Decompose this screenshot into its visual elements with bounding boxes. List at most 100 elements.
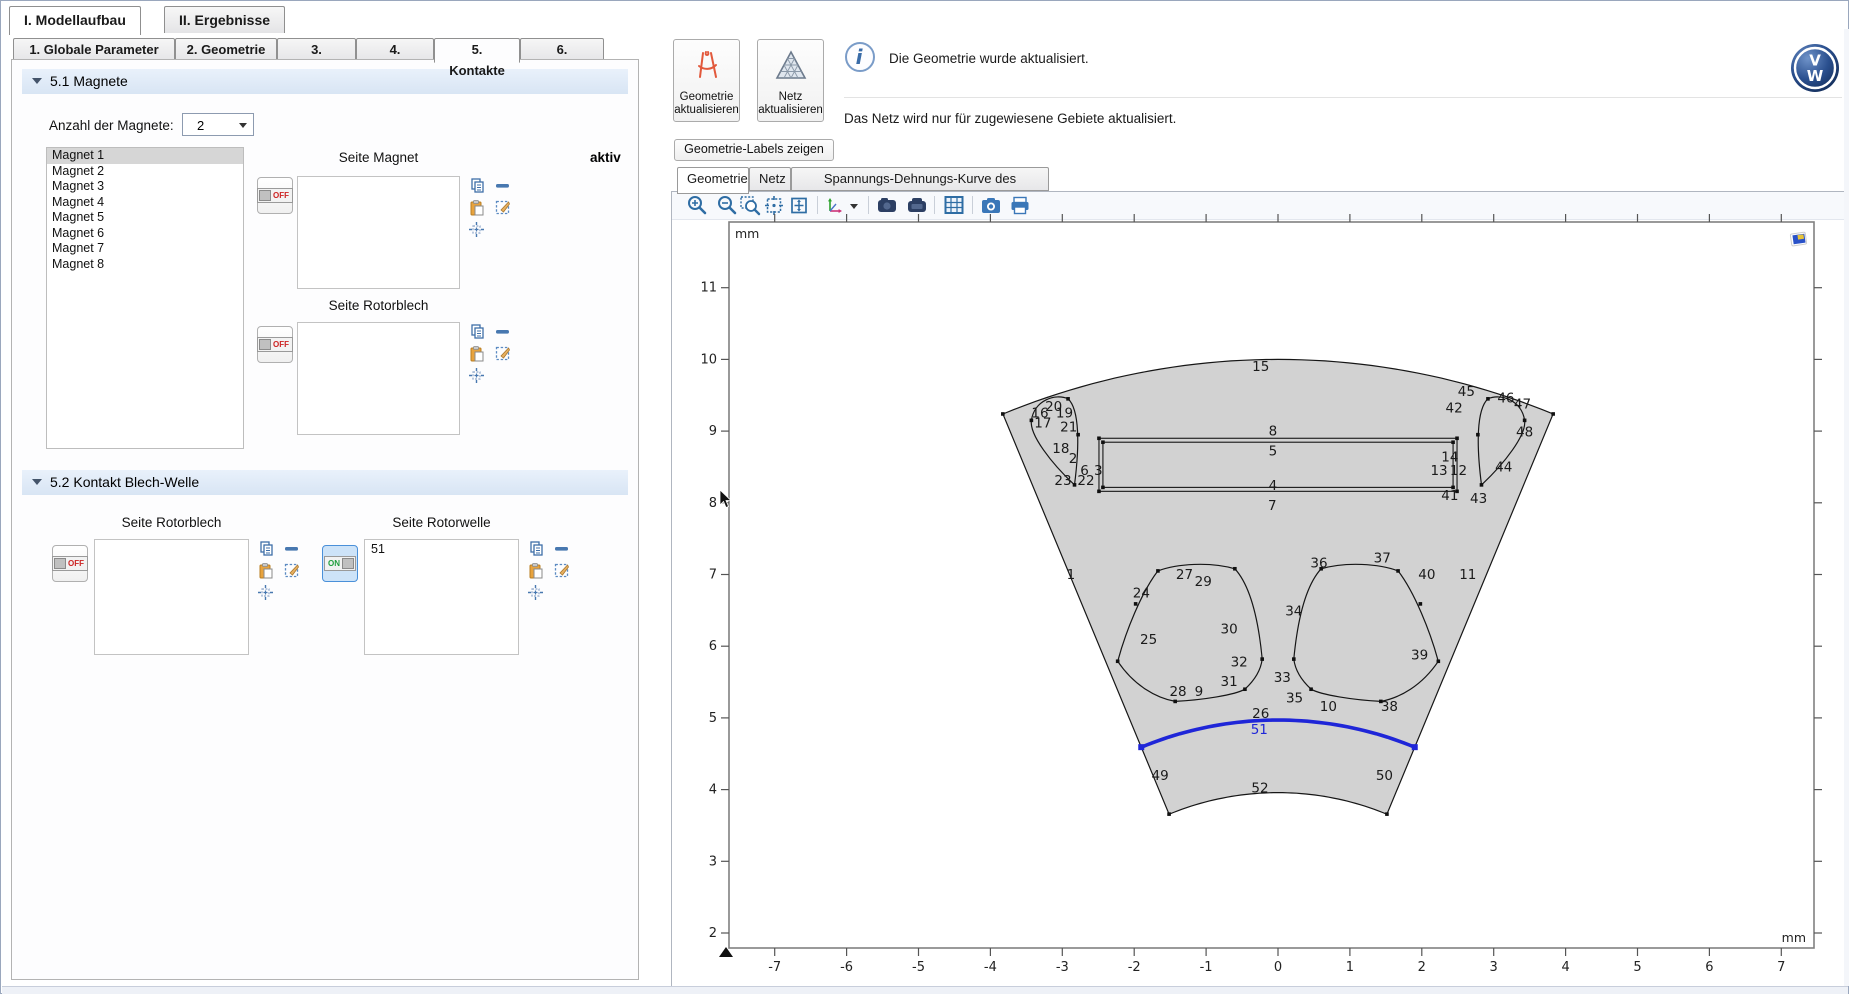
section-header-kontakt[interactable]: 5.2 Kontakt Blech-Welle (22, 470, 628, 495)
edge-label-39: 39 (1411, 647, 1428, 663)
edge-label-44: 44 (1495, 459, 1512, 475)
edge-label-7: 7 (1268, 498, 1277, 514)
magnet-list-item[interactable]: Magnet 2 (47, 164, 243, 180)
x-tick-label: -7 (768, 960, 781, 974)
subtab-1-globale-parameter[interactable]: 1. Globale Parameter (13, 38, 175, 61)
y-tick-label: 11 (701, 281, 717, 296)
vertex-dot (1001, 412, 1005, 416)
edge-label-40: 40 (1418, 567, 1435, 583)
y-tick-label: 2 (709, 926, 717, 941)
selected-edge-item[interactable]: 51 (371, 542, 385, 556)
subtab-2-geometrie[interactable]: 2. Geometrie (175, 38, 277, 61)
edge-label-1: 1 (1067, 567, 1076, 583)
geometrie-aktualisieren-button[interactable]: Geometrieaktualisieren (673, 39, 740, 122)
edge-label-15: 15 (1252, 359, 1269, 375)
paste-icon[interactable] (468, 199, 485, 216)
edge-label-31: 31 (1221, 674, 1238, 690)
edge-label-11: 11 (1459, 567, 1476, 583)
toggle-seite-magnet[interactable]: OFF (257, 177, 293, 214)
geometrie-labels-zeigen-button[interactable]: Geometrie-Labels zeigen (674, 139, 834, 161)
tab-ergebnisse[interactable]: II. Ergebnisse (164, 6, 285, 33)
x-tick-label: 0 (1274, 960, 1282, 974)
toggle-knob (259, 190, 271, 201)
selection-tools-seite-rotorblech (468, 323, 514, 389)
selection-tools-kontakt-rotorblech (257, 540, 303, 606)
magnet-list-item[interactable]: Magnet 4 (47, 195, 243, 211)
magnet-list[interactable]: Magnet 1Magnet 2Magnet 3Magnet 4Magnet 5… (46, 147, 244, 449)
copy-icon[interactable] (468, 323, 485, 340)
copy-icon[interactable] (527, 540, 544, 557)
remove-icon[interactable] (283, 540, 300, 557)
clear-selection-icon[interactable] (283, 562, 300, 579)
edge-label-27: 27 (1176, 567, 1193, 583)
clear-selection-icon[interactable] (553, 562, 570, 579)
info-message-secondary: Das Netz wird nur für zugewiesene Gebiet… (844, 111, 1176, 126)
magnet-count-dropdown[interactable]: 2 (182, 113, 254, 136)
toggle-seite-rotorblech[interactable]: OFF (257, 326, 293, 363)
remove-icon[interactable] (494, 323, 511, 340)
selection-box-kontakt-rotorblech[interactable] (94, 539, 249, 655)
mesh-triangle-icon (774, 48, 808, 82)
clear-selection-icon[interactable] (494, 199, 511, 216)
zoom-selection-icon[interactable] (468, 367, 485, 384)
viewtab-netz[interactable]: Netz (749, 167, 791, 191)
tab-modellaufbau[interactable]: I. Modellaufbau (9, 6, 141, 35)
viewtab-geometrie[interactable]: Geometrie (677, 167, 749, 194)
toggle-knob (54, 558, 66, 569)
clear-selection-icon[interactable] (494, 345, 511, 362)
remove-icon[interactable] (553, 540, 570, 557)
subtab-6-material[interactable]: 6. Material (520, 38, 604, 61)
section-header-magnete[interactable]: 5.1 Magnete (22, 69, 628, 94)
subtab-4-ränder[interactable]: 4. Ränder (356, 38, 434, 61)
magnet-list-item[interactable]: Magnet 7 (47, 241, 243, 257)
app-window: I. Modellaufbau II. Ergebnisse 1. Global… (0, 0, 1849, 994)
info-message-primary: Die Geometrie wurde aktualisiert. (889, 51, 1089, 66)
geometry-plot[interactable]: 1234567891011121314151617181920212223242… (701, 212, 1836, 974)
aktiv-column-label: aktiv (590, 150, 621, 165)
zoom-selection-icon[interactable] (527, 584, 544, 601)
netz-aktualisieren-button[interactable]: Netzaktualisieren (757, 39, 824, 122)
toggle-state-label: OFF (271, 340, 291, 349)
copy-icon[interactable] (257, 540, 274, 557)
paste-icon[interactable] (527, 562, 544, 579)
y-tick-label: 7 (709, 568, 717, 583)
paste-icon[interactable] (257, 562, 274, 579)
x-tick-label: -2 (1128, 960, 1141, 974)
viewtab-spannungs-dehnungs-kurve[interactable]: Spannungs-Dehnungs-Kurve des Blechmateri… (791, 167, 1049, 191)
svg-text:i: i (856, 45, 864, 69)
selection-box-kontakt-rotorwelle[interactable]: 51 (364, 539, 519, 655)
plot-watermark-icon[interactable] (1789, 229, 1809, 249)
zoom-selection-icon[interactable] (257, 584, 274, 601)
zoom-selection-icon[interactable] (468, 221, 485, 238)
copy-icon[interactable] (468, 177, 485, 194)
group-title-seite-rotorblech: Seite Rotorblech (297, 298, 460, 313)
collapse-arrow-icon (32, 479, 42, 485)
chevron-down-icon (239, 123, 247, 128)
magnet-list-item[interactable]: Magnet 1 (47, 148, 243, 164)
x-tick-label: 4 (1561, 960, 1569, 974)
edge-label-32: 32 (1231, 654, 1248, 670)
paste-icon[interactable] (468, 345, 485, 362)
vertex-dot (1260, 657, 1264, 661)
left-panel: 5.1 Magnete Anzahl der Magnete: 2 Magnet… (11, 59, 639, 980)
subtab-3-gebiete[interactable]: 3. Gebiete (277, 38, 356, 61)
toggle-kontakt-rotorblech[interactable]: OFF (52, 545, 88, 582)
magnet-list-item[interactable]: Magnet 3 (47, 179, 243, 195)
compass-icon (690, 48, 724, 82)
y-tick-label: 3 (709, 854, 717, 869)
selection-box-seite-magnet[interactable] (297, 176, 460, 289)
edge-label-20: 20 (1045, 399, 1062, 415)
y-tick-label: 9 (709, 424, 717, 439)
magnet-list-item[interactable]: Magnet 5 (47, 210, 243, 226)
vertex-dot (1073, 483, 1077, 487)
remove-icon[interactable] (494, 177, 511, 194)
toggle-kontakt-rotorwelle[interactable]: ON (322, 545, 358, 582)
toggle-knob (342, 558, 354, 569)
subtab-5-kontakte[interactable]: 5. Kontakte (434, 38, 520, 63)
magnet-list-item[interactable]: Magnet 6 (47, 226, 243, 242)
selection-box-seite-rotorblech[interactable] (297, 322, 460, 435)
vertex-dot (1451, 440, 1455, 444)
vertex-dot (1419, 602, 1423, 606)
toggle-state-label: OFF (271, 191, 291, 200)
magnet-list-item[interactable]: Magnet 8 (47, 257, 243, 273)
